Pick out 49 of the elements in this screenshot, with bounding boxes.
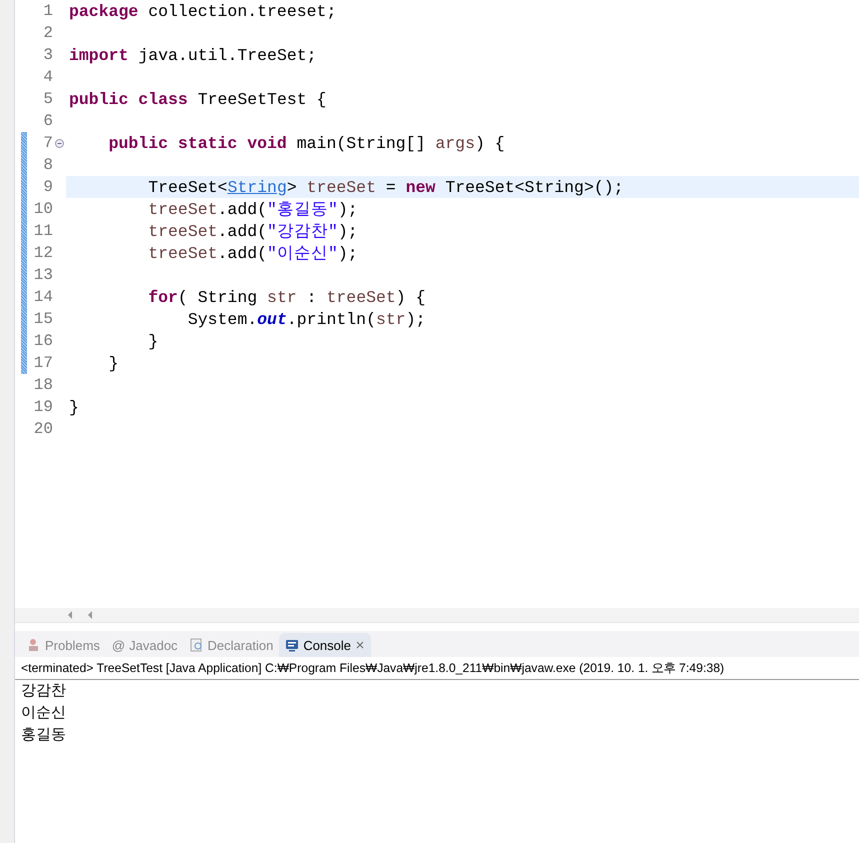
console-header: <terminated> TreeSetTest [Java Application] C:₩Program Files₩Java₩jre1.8.0_211₩bin₩javaw.exe (2019. 10. 1. 오후 7:49:38): [15, 657, 859, 680]
console-output-line: 이순신: [20, 703, 67, 723]
line-number: 7: [42, 134, 53, 152]
view-tab[interactable]: Console: [279, 633, 372, 657]
line-number: 6: [42, 112, 53, 130]
code-line: public class TreeSetTest {: [69, 90, 326, 108]
line-number: 15: [32, 310, 53, 328]
scroll-left-icon[interactable]: [87, 611, 93, 619]
line-number: 14: [32, 288, 53, 306]
code-line: }: [69, 398, 79, 416]
line-number: 2: [42, 24, 53, 42]
line-number: 20: [32, 420, 53, 438]
line-number: 18: [32, 376, 53, 394]
console-output-line: 홍길동: [20, 725, 67, 745]
scroll-left-icon[interactable]: [67, 611, 73, 619]
line-number: 8: [42, 156, 53, 174]
code-line: treeSet.add("이순신");: [147, 243, 358, 264]
collapse-icon[interactable]: [55, 138, 64, 148]
line-number: 11: [32, 222, 53, 240]
code-line: for( String str : treeSet) {: [147, 288, 426, 306]
code-line: TreeSet<String> treeSet = new TreeSet<String>();: [147, 178, 624, 196]
line-number: 1: [42, 2, 53, 20]
line-number: 9: [42, 178, 53, 196]
code-line: }: [147, 332, 158, 350]
code-line: import java.util.TreeSet;: [69, 46, 317, 64]
line-number: 19: [32, 398, 53, 416]
monitor-icon: [285, 638, 300, 652]
view-tab[interactable]: @ Javadoc: [106, 633, 184, 657]
line-number: 16: [32, 332, 53, 350]
view-tab[interactable]: Declaration: [184, 633, 280, 657]
line-number: 17: [32, 354, 53, 372]
code-line: treeSet.add("홍길동");: [147, 199, 358, 220]
line-number: 12: [32, 244, 53, 262]
line-number: 5: [42, 90, 53, 108]
console-output-line: 강감찬: [20, 681, 67, 701]
code-line: }: [108, 354, 119, 372]
declaration-icon: [190, 638, 204, 652]
problems-icon: [27, 638, 41, 652]
code-line: treeSet.add("강감찬");: [147, 221, 358, 242]
close-icon[interactable]: [355, 640, 366, 650]
code-line: public static void main(String[] args) {: [108, 134, 505, 152]
view-tab[interactable]: Problems: [21, 633, 106, 657]
code-line: package collection.treeset;: [69, 2, 336, 20]
horizontal-scrollbar[interactable]: [15, 608, 859, 622]
line-number: 13: [32, 266, 53, 284]
line-number: 3: [42, 46, 53, 64]
line-number: 10: [32, 200, 53, 218]
code-line: System.out.println(str);: [186, 310, 426, 328]
line-number: 4: [42, 68, 53, 86]
